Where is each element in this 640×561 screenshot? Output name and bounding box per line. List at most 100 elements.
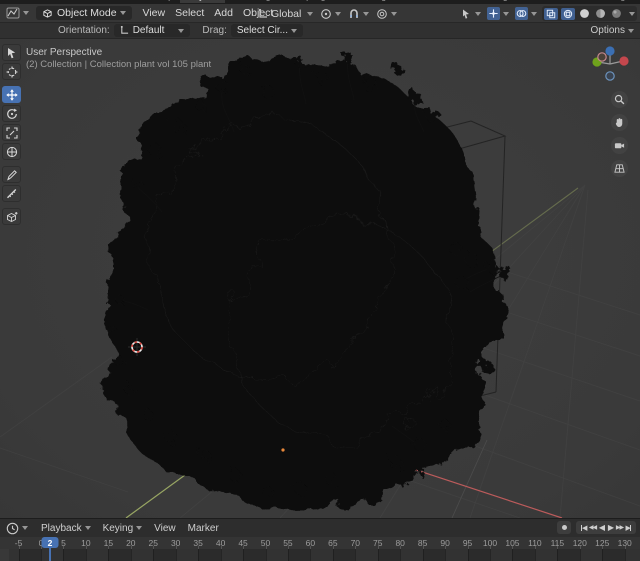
drag-mode-dropdown[interactable]: Select Cir... bbox=[230, 24, 303, 37]
cursor-tool[interactable] bbox=[2, 63, 21, 80]
topbar-menu-help[interactable]: Help bbox=[148, 0, 181, 1]
chevron-down-icon bbox=[628, 28, 634, 33]
timeline-ruler[interactable]: -505101520253035404550556065707580859095… bbox=[0, 537, 640, 549]
rendered-sphere-icon bbox=[612, 9, 621, 18]
menu-view[interactable]: View bbox=[138, 7, 171, 19]
playhead[interactable] bbox=[48, 548, 51, 561]
object-type-visibility-dropdown[interactable] bbox=[459, 8, 482, 20]
axis-x-ball[interactable] bbox=[619, 56, 629, 66]
current-frame-badge[interactable]: 2 bbox=[41, 537, 59, 548]
next-keyframe-button[interactable]: ▶▶ bbox=[615, 521, 624, 534]
timeline-editor-type-button[interactable] bbox=[5, 522, 29, 535]
proportional-editing-dropdown[interactable] bbox=[375, 8, 398, 20]
transform-orientation-dropdown[interactable]: Global bbox=[257, 8, 314, 20]
play-button[interactable]: ▶ bbox=[606, 521, 615, 534]
auto-keying-button[interactable] bbox=[557, 521, 571, 534]
timeline-menu-playback[interactable]: Playback bbox=[35, 523, 97, 534]
timeline-tracks[interactable] bbox=[0, 549, 640, 561]
measure-tool[interactable] bbox=[2, 185, 21, 202]
editor-type-button[interactable] bbox=[5, 7, 30, 19]
hand-icon bbox=[615, 118, 623, 127]
shading-rendered-button[interactable] bbox=[610, 8, 623, 19]
proportional-editing-icon bbox=[377, 8, 388, 19]
workspace-tab-shading[interactable]: Shading bbox=[465, 0, 517, 3]
zoom-button[interactable] bbox=[611, 91, 628, 108]
workspace-tab-sculpting[interactable]: Sculpting bbox=[279, 0, 335, 3]
annotate-tool[interactable] bbox=[2, 166, 21, 183]
xray-toggle[interactable] bbox=[544, 7, 558, 20]
shading-solid-button[interactable] bbox=[578, 8, 591, 19]
workspace-tab-modeling[interactable]: Modeling bbox=[225, 0, 280, 3]
viewport-3d[interactable]: User Perspective (2) Collection | Collec… bbox=[0, 39, 640, 518]
overlapping-circles-icon bbox=[516, 10, 527, 17]
tool-shelf bbox=[2, 44, 21, 225]
scale-tool[interactable] bbox=[2, 124, 21, 141]
workspace-tab-texture-paint[interactable]: Texture Paint bbox=[395, 0, 466, 3]
magnet-icon bbox=[350, 8, 359, 18]
object-origin-dot bbox=[281, 448, 285, 452]
chevron-down-icon bbox=[391, 11, 398, 16]
add-cube-tool[interactable] bbox=[2, 208, 21, 225]
rotate-tool[interactable] bbox=[2, 105, 21, 122]
timeline-header: Playback Keying View Marker ◀ ◀◀ ◀ ▶ ▶▶ ▶ bbox=[0, 519, 640, 537]
navigation-gizmo[interactable] bbox=[588, 43, 632, 85]
pivot-point-dropdown[interactable] bbox=[319, 8, 342, 20]
shading-material-button[interactable] bbox=[594, 8, 607, 19]
perspective-toggle-button[interactable] bbox=[611, 160, 628, 177]
clock-icon bbox=[6, 522, 19, 534]
timeline-menu-marker[interactable]: Marker bbox=[182, 523, 225, 534]
menu-add[interactable]: Add bbox=[209, 7, 238, 19]
transform-tool[interactable] bbox=[2, 143, 21, 160]
axis-z-ball[interactable] bbox=[605, 46, 615, 56]
viewport-grid-icon bbox=[6, 7, 20, 19]
camera-view-button[interactable] bbox=[611, 137, 628, 154]
workspace-tab-animation[interactable]: Animation bbox=[516, 0, 575, 3]
workspace-tab-layout[interactable]: Layout bbox=[180, 0, 226, 3]
viewport-header: Object Mode View Select Add Object Global bbox=[0, 4, 640, 23]
shading-mode-group bbox=[542, 6, 637, 21]
solid-sphere-icon bbox=[580, 9, 589, 18]
workspace-tab-compositing[interactable]: Compositing bbox=[634, 0, 640, 3]
topbar-menu-window[interactable]: Window bbox=[102, 0, 148, 1]
view-name-text: User Perspective bbox=[26, 47, 103, 58]
orientation-axes-icon bbox=[120, 26, 128, 34]
options-dropdown[interactable]: Options bbox=[591, 25, 634, 36]
chevron-down-icon bbox=[307, 11, 314, 16]
topbar-menu-render[interactable]: Render bbox=[58, 0, 102, 1]
options-label: Options bbox=[590, 25, 625, 36]
axis-neg-x-ball[interactable] bbox=[597, 52, 607, 62]
camera-icon bbox=[614, 143, 625, 149]
orientation-default-value: Default bbox=[132, 25, 165, 36]
jump-end-button[interactable]: ▶ bbox=[624, 521, 633, 534]
shading-wireframe-button[interactable] bbox=[561, 7, 575, 20]
shading-dropdown-icon[interactable] bbox=[629, 11, 635, 16]
select-box-tool[interactable] bbox=[2, 44, 21, 61]
pan-button[interactable] bbox=[611, 114, 628, 131]
prev-keyframe-button[interactable]: ◀◀ bbox=[588, 521, 597, 534]
workspace-tab-uv-editing[interactable]: UV Editing bbox=[334, 0, 396, 3]
jump-start-button[interactable]: ◀ bbox=[579, 521, 588, 534]
timeline-menu-keying[interactable]: Keying bbox=[97, 523, 149, 534]
plant-object[interactable] bbox=[104, 52, 512, 506]
workspace-tab-rendering[interactable]: Rendering bbox=[574, 0, 635, 3]
play-reverse-button[interactable]: ◀ bbox=[597, 521, 606, 534]
chevron-down-icon bbox=[531, 11, 537, 16]
drag-mode-value: Select Cir... bbox=[236, 25, 288, 36]
overlay-toggle[interactable] bbox=[514, 7, 538, 20]
topbar-menu-file[interactable]: File bbox=[0, 0, 29, 1]
chevron-down-icon bbox=[22, 526, 28, 530]
topbar-menu-edit[interactable]: Edit bbox=[29, 0, 59, 1]
snapping-dropdown[interactable] bbox=[347, 8, 370, 20]
magnifier-icon bbox=[614, 94, 625, 105]
move-tool[interactable] bbox=[2, 86, 21, 103]
chevron-down-icon bbox=[503, 11, 509, 16]
axis-neg-z-ball[interactable] bbox=[605, 71, 615, 81]
orientation-axes-icon bbox=[258, 8, 267, 18]
gizmo-toggle[interactable] bbox=[486, 7, 510, 20]
chevron-down-icon bbox=[475, 11, 481, 16]
timeline-menu-view[interactable]: View bbox=[148, 523, 182, 534]
mode-label: Object Mode bbox=[57, 7, 117, 19]
mode-dropdown[interactable]: Object Mode bbox=[36, 6, 132, 20]
orientation-default-dropdown[interactable]: Default bbox=[113, 24, 191, 37]
menu-select[interactable]: Select bbox=[170, 7, 209, 19]
